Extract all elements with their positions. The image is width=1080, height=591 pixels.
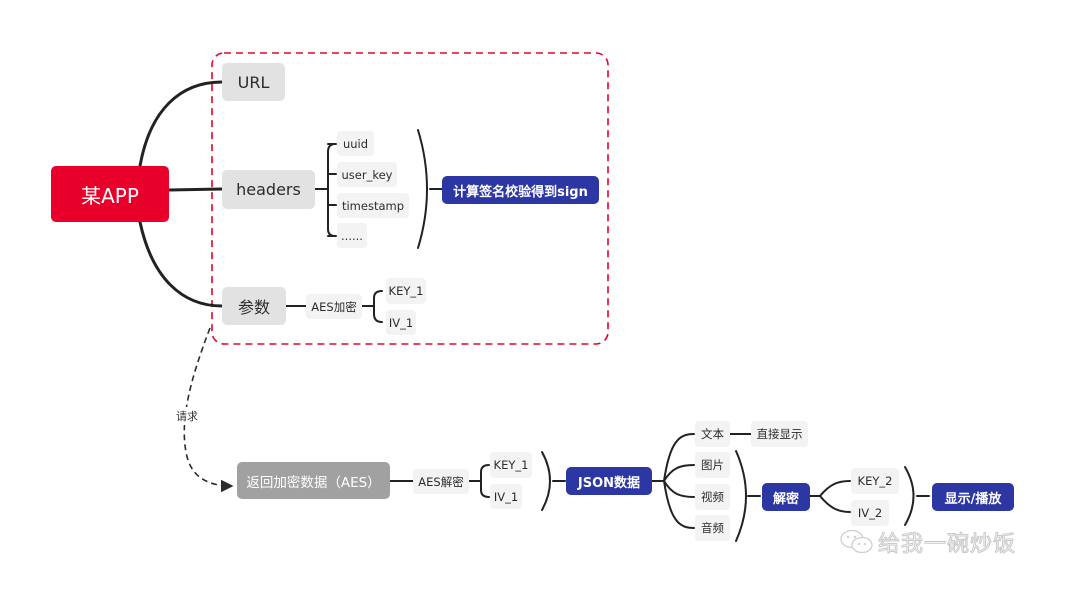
header-field-more[interactable]: ...... bbox=[337, 223, 367, 248]
type-video-node[interactable]: 视频 bbox=[695, 484, 730, 510]
wechat-icon bbox=[840, 529, 873, 554]
mindmap-connectors bbox=[138, 52, 930, 542]
edge-json-image bbox=[663, 464, 695, 482]
edge-root-url bbox=[138, 80, 224, 168]
response-key1-node[interactable]: KEY_1 bbox=[490, 452, 532, 478]
edge-json-video bbox=[663, 480, 695, 498]
response-paren bbox=[541, 451, 551, 511]
aes-decrypt-node[interactable]: AES解密 bbox=[413, 469, 469, 494]
headers-paren bbox=[417, 129, 428, 249]
edge-root-headers bbox=[167, 187, 224, 192]
edge-decrypt-iv2 bbox=[819, 495, 851, 513]
display-play-node[interactable]: 显示/播放 bbox=[932, 483, 1014, 511]
params-node[interactable]: 参数 bbox=[222, 287, 286, 325]
decrypt-node[interactable]: 解密 bbox=[762, 483, 810, 511]
response-brace bbox=[480, 464, 490, 498]
headers-brace bbox=[327, 143, 336, 237]
header-field-timestamp[interactable]: timestamp bbox=[337, 193, 409, 218]
response-node[interactable]: 返回加密数据（AES） bbox=[237, 462, 390, 499]
type-text-node[interactable]: 文本 bbox=[695, 421, 730, 447]
watermark-text: 给我一碗炒饭 bbox=[877, 532, 1017, 558]
headers-node[interactable]: headers bbox=[222, 170, 315, 209]
edge-root-params bbox=[138, 220, 224, 308]
params-brace bbox=[373, 290, 383, 323]
param-key1-node[interactable]: KEY_1 bbox=[386, 278, 426, 304]
direct-display-node[interactable]: 直接显示 bbox=[751, 421, 808, 447]
header-field-uuid[interactable]: uuid bbox=[337, 131, 374, 156]
type-audio-node[interactable]: 音频 bbox=[695, 515, 730, 541]
media-iv2-node[interactable]: IV_2 bbox=[851, 500, 889, 526]
sign-node[interactable]: 计算签名校验得到sign bbox=[442, 176, 599, 204]
param-iv1-node[interactable]: IV_1 bbox=[386, 310, 416, 335]
json-node[interactable]: JSON数据 bbox=[566, 467, 652, 495]
request-edge-label: 请求 bbox=[176, 407, 198, 425]
media-paren bbox=[735, 450, 747, 542]
response-iv1-node[interactable]: IV_1 bbox=[490, 484, 522, 509]
aes-encrypt-node[interactable]: AES加密 bbox=[306, 294, 362, 319]
edge-decrypt-key2 bbox=[819, 480, 851, 497]
header-field-user-key[interactable]: user_key bbox=[337, 162, 397, 187]
media-keys-paren bbox=[904, 466, 915, 526]
url-node[interactable]: URL bbox=[222, 63, 285, 101]
watermark: 给我一碗炒饭 bbox=[840, 526, 1016, 558]
root-node[interactable]: 某APP bbox=[51, 166, 169, 222]
type-image-node[interactable]: 图片 bbox=[695, 452, 730, 478]
media-key2-node[interactable]: KEY_2 bbox=[851, 468, 899, 494]
